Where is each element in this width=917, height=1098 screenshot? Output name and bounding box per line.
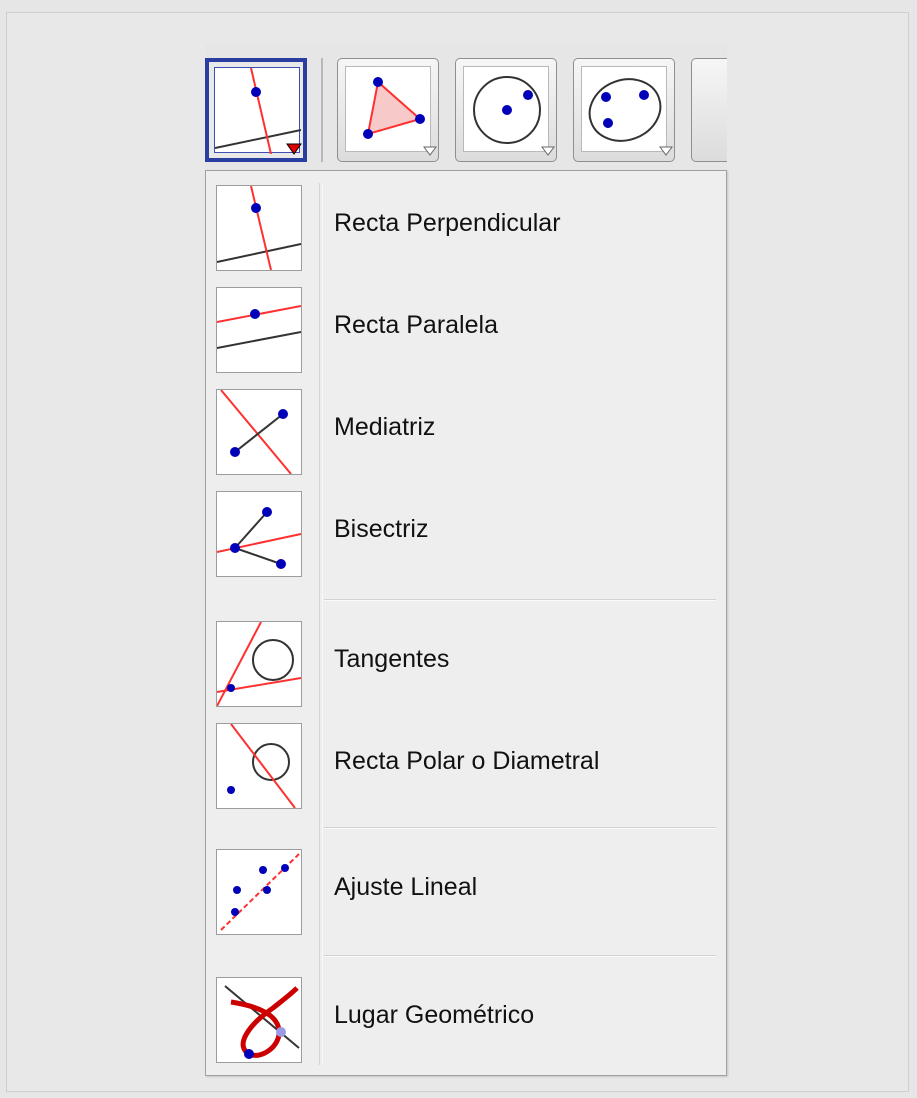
tangents-icon xyxy=(216,621,302,707)
menu-item-mediatriz[interactable]: Mediatriz xyxy=(206,379,726,475)
toolbar xyxy=(205,44,727,170)
toolbar-separator xyxy=(321,58,323,162)
menu-item-label: Mediatriz xyxy=(334,413,436,441)
menu-item-label: Bisectriz xyxy=(334,515,429,543)
toolbar-button-polygon[interactable] xyxy=(337,58,439,162)
menu-item-label: Tangentes xyxy=(334,645,450,673)
menu-item-recta-perpendicular[interactable]: Recta Perpendicular xyxy=(206,175,726,271)
dropdown-arrow-icon xyxy=(541,146,555,156)
menu-group-divider xyxy=(324,827,716,829)
toolbar-button-circle[interactable] xyxy=(455,58,557,162)
menu-group-divider xyxy=(324,599,716,601)
menu-item-bisectriz[interactable]: Bisectriz xyxy=(206,481,726,577)
menu-item-label: Recta Paralela xyxy=(334,311,498,339)
menu-item-label: Ajuste Lineal xyxy=(334,873,478,901)
dropdown-arrow-icon xyxy=(659,146,673,156)
menu-item-recta-paralela[interactable]: Recta Paralela xyxy=(206,277,726,373)
menu-item-label: Recta Perpendicular xyxy=(334,209,561,237)
toolbar-button-conic[interactable] xyxy=(573,58,675,162)
toolbar-button-perpendicular[interactable] xyxy=(205,58,307,162)
perpendicular-bisector-icon xyxy=(216,389,302,475)
dropdown-arrow-icon xyxy=(286,143,302,155)
menu-item-recta-polar[interactable]: Recta Polar o Diametral xyxy=(206,713,726,809)
menu-item-ajuste-lineal[interactable]: Ajuste Lineal xyxy=(206,839,726,935)
best-fit-line-icon xyxy=(216,849,302,935)
angle-bisector-icon xyxy=(216,491,302,577)
dropdown-arrow-icon xyxy=(423,146,437,156)
polar-line-icon xyxy=(216,723,302,809)
toolbar-button-partial[interactable] xyxy=(691,58,727,162)
menu-item-tangentes[interactable]: Tangentes xyxy=(206,611,726,707)
tool-dropdown-menu: Recta Perpendicular Recta Paralela Media… xyxy=(205,170,727,1076)
locus-icon xyxy=(216,977,302,1063)
menu-group-divider xyxy=(324,955,716,957)
perpendicular-line-icon xyxy=(216,185,302,271)
menu-item-label: Lugar Geométrico xyxy=(334,1001,535,1029)
parallel-line-icon xyxy=(216,287,302,373)
menu-item-lugar-geometrico[interactable]: Lugar Geométrico xyxy=(206,967,726,1063)
menu-item-label: Recta Polar o Diametral xyxy=(334,747,600,775)
